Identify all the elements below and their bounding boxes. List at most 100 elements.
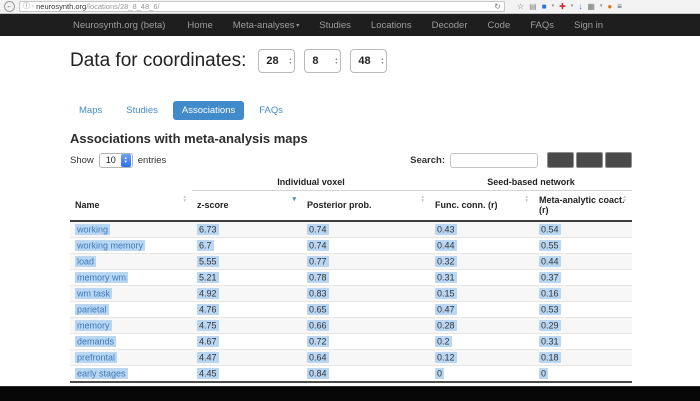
spinner-arrows-icon[interactable]: ▴▾ [335, 57, 337, 65]
value-highlight: 0.54 [539, 224, 561, 235]
column-header-z-score[interactable]: z-score▾ [192, 191, 302, 222]
dropdown-caret-icon[interactable]: ▾ [571, 4, 574, 9]
bottom-black-bar [0, 386, 700, 401]
reload-icon[interactable]: ↻ [494, 3, 501, 11]
value-highlight: 0.72 [307, 336, 329, 347]
value-highlight: 0.44 [435, 240, 457, 251]
value-highlight: 0.78 [307, 272, 329, 283]
term-link[interactable]: demands [75, 336, 116, 347]
info-icon[interactable]: ⓘ [23, 3, 30, 10]
menu-icon[interactable]: ≡ [617, 3, 622, 11]
value-cell: 0.43 [430, 221, 534, 238]
nav-link-decoder[interactable]: Decoder [432, 20, 468, 31]
nav-link-meta-analyses[interactable]: Meta-analyses ▾ [233, 20, 299, 31]
tab-associations[interactable]: Associations [173, 101, 244, 120]
value-highlight: 0.53 [539, 304, 561, 315]
group-header [70, 175, 192, 191]
search-label: Search: [410, 155, 445, 166]
nav-link-sign-in[interactable]: Sign in [574, 20, 603, 31]
nav-link-home[interactable]: Home [187, 20, 212, 31]
value-cell: 0.54 [534, 221, 632, 238]
camera-icon[interactable]: ▦ [587, 3, 595, 11]
coordinate-input-2[interactable]: 48▴▾ [350, 49, 387, 73]
url-text: neurosynth.org/locations/28_8_48_6/ [36, 3, 159, 11]
sort-icon[interactable]: ▴▾ [525, 195, 528, 203]
sort-icon[interactable]: ▴▾ [421, 195, 424, 203]
coordinate-value: 28 [266, 55, 289, 67]
sort-icon[interactable]: ▴▾ [183, 195, 186, 203]
spinner-arrows-icon[interactable]: ▴▾ [381, 57, 383, 65]
column-header-posterior-prob-[interactable]: Posterior prob.▴▾ [302, 191, 430, 222]
tab-faqs[interactable]: FAQs [250, 101, 292, 120]
coordinate-input-0[interactable]: 28▴▾ [258, 49, 295, 73]
value-highlight: 4.75 [197, 320, 219, 331]
tab-maps[interactable]: Maps [70, 101, 111, 120]
term-link[interactable]: memory wm [75, 272, 128, 283]
column-header-func-conn-r-[interactable]: Func. conn. (r)▴▾ [430, 191, 534, 222]
health-add-icon[interactable]: ✚ [559, 3, 566, 11]
coordinate-input-1[interactable]: 8▴▾ [304, 49, 341, 73]
term-link[interactable]: wm task [75, 288, 112, 299]
search-input[interactable] [450, 153, 538, 168]
table-row: demands4.670.720.20.31 [70, 334, 632, 350]
column-header-name[interactable]: Name▴▾ [70, 191, 192, 222]
name-cell: wm task [70, 286, 192, 302]
name-cell: working memory [70, 238, 192, 254]
export-button-3[interactable] [605, 152, 632, 168]
value-cell: 0.83 [302, 286, 430, 302]
value-cell: 5.21 [192, 270, 302, 286]
spinner-arrows-icon[interactable]: ▴▾ [289, 57, 291, 65]
value-highlight: 4.45 [197, 368, 219, 379]
brand-link[interactable]: Neurosynth.org (beta) [73, 20, 165, 31]
value-cell: 0 [534, 366, 632, 383]
value-highlight: 0 [435, 368, 444, 379]
value-highlight: 0.84 [307, 368, 329, 379]
value-cell: 0.72 [302, 334, 430, 350]
value-highlight: 0.44 [539, 256, 561, 267]
back-button[interactable]: ← [4, 1, 15, 12]
page-size-select[interactable]: 10 ▲▼ [99, 153, 133, 168]
term-link[interactable]: memory [75, 320, 112, 331]
bookmark-star-icon[interactable]: ☆ [517, 3, 524, 11]
value-cell: 4.67 [192, 334, 302, 350]
nav-link-faqs[interactable]: FAQs [530, 20, 554, 31]
value-cell: 0.28 [430, 318, 534, 334]
term-link[interactable]: early stages [75, 368, 128, 379]
url-bar[interactable]: ⓘ ▫ neurosynth.org/locations/28_8_48_6/ … [19, 1, 505, 12]
nav-link-code[interactable]: Code [488, 20, 511, 31]
group-header: Seed-based network [430, 175, 632, 191]
term-link[interactable]: working [75, 224, 110, 235]
value-cell: 0.64 [302, 350, 430, 366]
table-row: load5.550.770.320.44 [70, 254, 632, 270]
export-button-1[interactable] [547, 152, 574, 168]
export-button-2[interactable] [576, 152, 603, 168]
dropdown-caret-icon[interactable]: ▾ [552, 4, 555, 9]
term-link[interactable]: parietal [75, 304, 109, 315]
name-cell: parietal [70, 302, 192, 318]
download-icon[interactable]: ↓ [578, 3, 582, 11]
sort-icon[interactable]: ▴▾ [623, 195, 626, 203]
sort-desc-icon[interactable]: ▾ [292, 196, 296, 203]
value-highlight: 0.43 [435, 224, 457, 235]
table-row: early stages 4.45 0.84 0 0 [70, 366, 632, 383]
value-highlight: 4.76 [197, 304, 219, 315]
value-cell: 6.7 [192, 238, 302, 254]
tab-studies[interactable]: Studies [117, 101, 167, 120]
entries-label: entries [138, 155, 167, 166]
dropdown-caret-icon[interactable]: ▾ [600, 4, 603, 9]
brand-dot-icon[interactable]: ● [607, 3, 612, 11]
nav-link-locations[interactable]: Locations [371, 20, 412, 31]
nav-link-studies[interactable]: Studies [319, 20, 351, 31]
term-link[interactable]: prefrontal [75, 352, 117, 363]
chevron-down-icon: ▾ [295, 23, 300, 29]
value-cell: 6.73 [192, 221, 302, 238]
name-cell: early stages [70, 366, 192, 383]
clipboard-icon[interactable]: ▤ [529, 3, 537, 11]
term-link[interactable]: working memory [75, 240, 145, 251]
column-header-meta-analytic-coact-r-[interactable]: Meta-analytic coact. (r)▴▾ [534, 191, 632, 222]
page-size-value: 10 [106, 155, 121, 165]
term-link[interactable]: load [75, 256, 96, 267]
value-cell: 0.55 [534, 238, 632, 254]
save-icon[interactable]: ■ [542, 3, 547, 11]
value-highlight: 0.16 [539, 288, 561, 299]
